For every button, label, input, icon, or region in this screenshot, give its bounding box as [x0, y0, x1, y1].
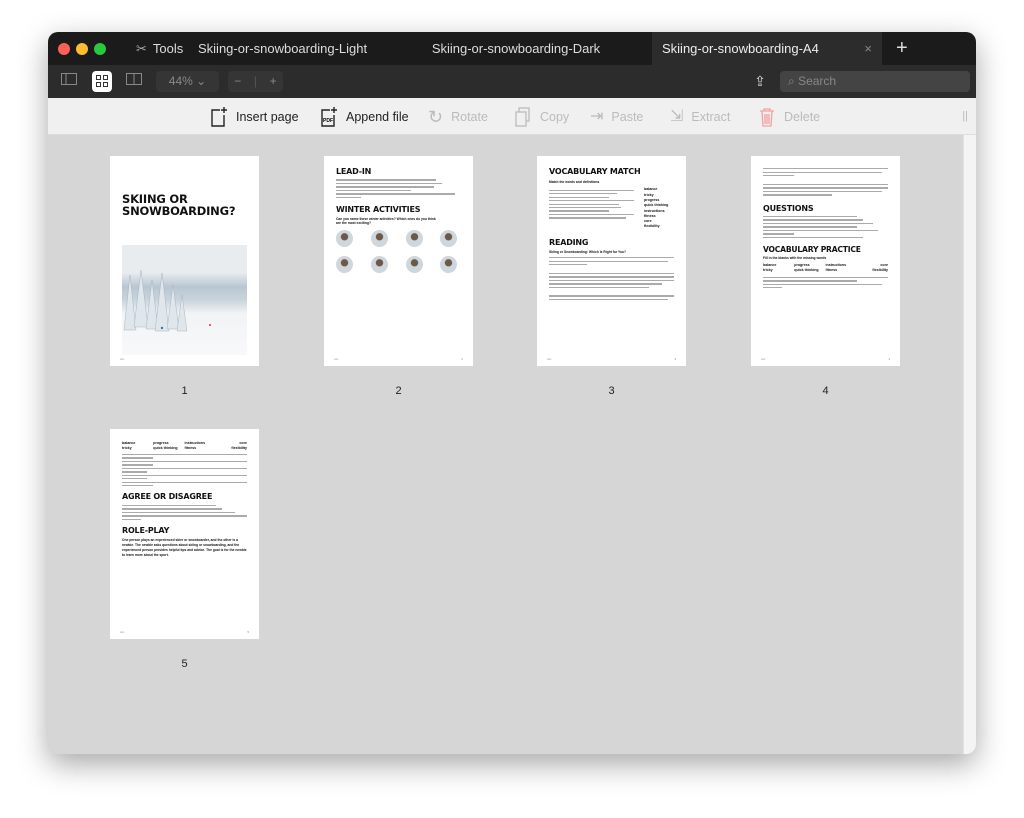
word-bank: balance progress instructions core tricky qu…: [122, 441, 247, 452]
page-2-subtitle: Can you name these winter activities? Wh…: [336, 216, 436, 225]
page-number-5: 5: [181, 658, 188, 670]
copy-icon: [515, 107, 530, 127]
extract-label: Extract: [691, 110, 731, 124]
insert-page-label: Insert page: [236, 110, 299, 124]
zoom-select[interactable]: 44% ⌄: [156, 71, 219, 92]
app-window: ✂ Tools Skiing-or-snowboarding-Light Skii…: [48, 32, 976, 754]
zoom-in-button[interactable]: +: [270, 71, 277, 92]
page-3-subtitle: Match the words and definitions: [549, 180, 600, 185]
page-3-reading-title: Skiing or Snowboarding: Which Is Right f…: [549, 250, 626, 255]
page-4-heading-questions: QUESTIONS: [763, 203, 814, 213]
word-bank: balance progress instructions core tricky qu…: [763, 263, 888, 274]
copy-label: Copy: [540, 110, 570, 124]
vocab-word: flexibility: [644, 224, 660, 229]
vocab-word: fitness: [184, 446, 197, 451]
page-number-3: 3: [608, 385, 615, 397]
activity-images: [336, 229, 461, 273]
search-icon: ⌕: [788, 74, 795, 88]
delete-label: Delete: [784, 110, 821, 124]
page-1-title: SKIING OR SNOWBOARDING?: [122, 192, 236, 219]
vocab-word: quick thinking: [794, 268, 819, 273]
vocab-word: flexibility: [231, 446, 247, 451]
sidebar-toggle-icon[interactable]: [58, 71, 80, 92]
insert-page-icon: [211, 107, 227, 127]
paste-label: Paste: [611, 110, 644, 124]
panel-handle[interactable]: ||: [962, 110, 968, 122]
new-tab-button[interactable]: +: [896, 32, 908, 65]
page-thumbnail-3[interactable]: VOCABULARY MATCH Match the words and def…: [537, 156, 686, 366]
svg-text:PDF: PDF: [323, 118, 333, 124]
page-3-heading-reading: READING: [549, 237, 589, 247]
page-thumbnail-4[interactable]: QUESTIONS VOCABULARY PRACTICE Fill in th…: [751, 156, 900, 366]
zoom-out-button[interactable]: −: [234, 71, 241, 92]
page-footer: ▪▪▪▪: [120, 357, 125, 361]
insert-page-button[interactable]: Insert page: [210, 106, 299, 128]
share-icon[interactable]: ⇪: [750, 71, 770, 92]
delete-button[interactable]: Delete: [758, 106, 820, 128]
chevron-down-icon: ⌄: [196, 74, 207, 88]
paste-button[interactable]: ⇥ Paste: [590, 106, 643, 128]
page-thumbnail-1[interactable]: SKIING OR SNOWBOARDING? ▪▪▪▪: [110, 156, 259, 366]
vocab-word: tricky: [122, 446, 132, 451]
search-placeholder: Search: [798, 74, 837, 88]
rotate-icon: ↻: [428, 107, 444, 127]
close-window-button[interactable]: [58, 43, 70, 55]
page-number-4: 4: [822, 385, 829, 397]
tab-a4[interactable]: Skiing-or-snowboarding-A4 ×: [652, 32, 882, 65]
tools-icon: ✂: [136, 41, 147, 56]
vocab-word: tricky: [763, 268, 773, 273]
paste-icon: ⇥: [590, 108, 604, 125]
page-5-heading-agree: AGREE OR DISAGREE: [122, 492, 213, 502]
two-page-view-icon[interactable]: [124, 71, 144, 92]
page-2-heading-winter: WINTER ACTIVITIES: [336, 205, 421, 215]
page-number-2: 2: [395, 385, 402, 397]
page-thumbnail-5[interactable]: balance progress instructions core tricky qu…: [110, 429, 259, 639]
tab-light[interactable]: Skiing-or-snowboarding-Light: [190, 32, 380, 65]
page-4-heading-vocab-practice: VOCABULARY PRACTICE: [763, 245, 861, 255]
minimize-window-button[interactable]: [76, 43, 88, 55]
toolbar: 44% ⌄ − | + ⇪ ⌕ Search: [48, 65, 976, 98]
maximize-window-button[interactable]: [94, 43, 106, 55]
rotate-label: Rotate: [451, 110, 488, 124]
append-file-label: Append file: [346, 110, 409, 124]
page-actions-bar: Insert page PDF Append file ↻ Rotate Copy …: [48, 98, 976, 135]
snowy-forest-image: [122, 245, 247, 355]
rotate-button[interactable]: ↻ Rotate: [428, 106, 488, 128]
copy-button[interactable]: Copy: [514, 106, 569, 128]
extract-button[interactable]: ⇲ Extract: [670, 106, 730, 128]
title-bar: ✂ Tools Skiing-or-snowboarding-Light Skii…: [48, 32, 976, 65]
extract-icon: ⇲: [670, 108, 684, 125]
tools-label: Tools: [152, 41, 184, 56]
tab-a4-label: Skiing-or-snowboarding-A4: [662, 41, 819, 56]
zoom-stepper: − | +: [228, 71, 283, 92]
tab-dark[interactable]: Skiing-or-snowboarding-Dark: [380, 32, 652, 65]
trash-icon: [760, 108, 774, 127]
pdf-icon: PDF: [321, 107, 337, 127]
page-4-subtitle: Fill in the blanks with the missing word…: [763, 256, 827, 261]
vocab-word: fitness: [825, 268, 838, 273]
zoom-value: 44%: [168, 74, 193, 88]
close-tab-icon[interactable]: ×: [864, 32, 872, 65]
page-thumbnail-2[interactable]: LEAD-IN WINTER ACTIVITIES Can you name t…: [324, 156, 473, 366]
page-2-heading-lead-in: LEAD-IN: [336, 167, 372, 176]
grid-view-icon[interactable]: [92, 71, 112, 92]
vocab-word: quick thinking: [153, 446, 178, 451]
page-5-roleplay-text: One person plays an experienced skier or…: [122, 538, 247, 558]
page-5-heading-roleplay: ROLE-PLAY: [122, 526, 170, 536]
vocab-word: quick thinking: [644, 203, 669, 208]
append-file-button[interactable]: PDF Append file: [320, 106, 409, 128]
tools-menu[interactable]: ✂ Tools: [136, 32, 183, 65]
search-input[interactable]: ⌕ Search: [780, 71, 970, 92]
vocab-word: flexibility: [872, 268, 888, 273]
page-number-1: 1: [181, 385, 188, 397]
page-3-heading-vocab: VOCABULARY MATCH: [549, 167, 641, 176]
vertical-scrollbar[interactable]: [963, 135, 976, 754]
